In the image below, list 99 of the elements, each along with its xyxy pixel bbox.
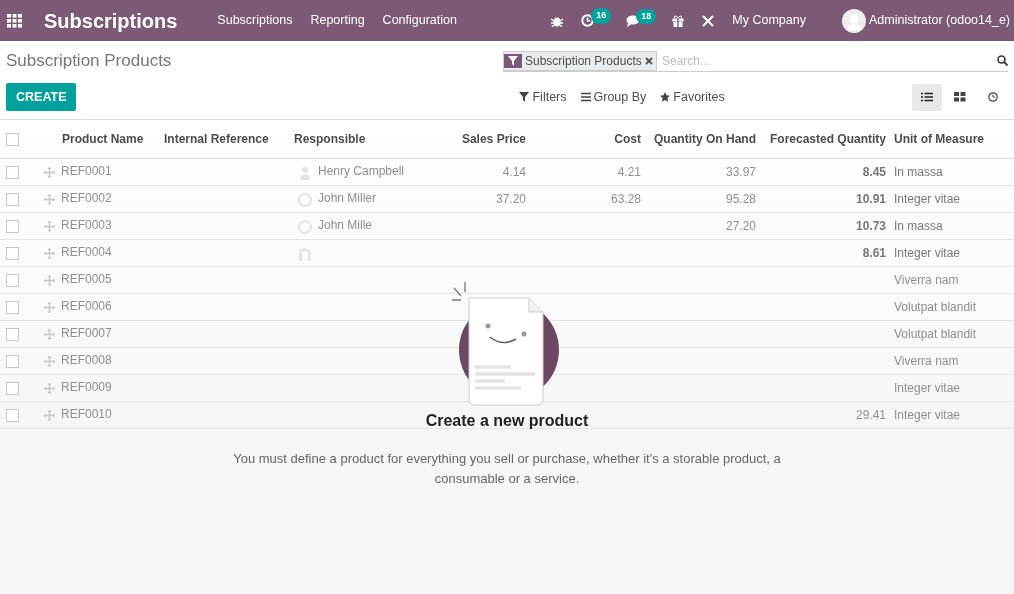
avatar-icon <box>298 165 312 180</box>
table-cell: REF0008 <box>61 353 112 368</box>
dropdown-toggle[interactable]: Favorites <box>660 87 725 107</box>
table-cell: Integer vitae <box>890 374 1014 401</box>
company-switcher[interactable]: My Company <box>732 11 806 30</box>
table-cell: 27.20 <box>645 212 760 239</box>
table-cell: Volutpat blandit <box>890 293 1014 320</box>
app-title: Subscriptions <box>44 8 178 34</box>
notification-badge: 18 <box>636 8 657 24</box>
filter-icon <box>519 92 530 102</box>
user-menu[interactable]: Administrator (odoo14_e) <box>868 11 1010 30</box>
avatar-icon <box>298 192 312 207</box>
column-header[interactable]: Forecasted Quantity <box>760 120 890 158</box>
close-icon[interactable] <box>644 56 653 65</box>
column-header[interactable]: Unit of Measure <box>890 120 1014 158</box>
clock-icon <box>988 92 998 102</box>
table-cell: REF0006 <box>61 299 112 314</box>
table-cell: REF0004 <box>61 245 112 260</box>
drag-handle-icon[interactable] <box>44 221 55 233</box>
column-header[interactable]: Internal Reference <box>160 120 290 158</box>
table-cell: 29.41 <box>760 401 890 428</box>
drag-handle-icon[interactable] <box>44 356 55 368</box>
select-all-checkbox[interactable] <box>6 133 19 147</box>
table-cell: Viverra nam <box>890 347 1014 374</box>
list-icon <box>580 92 591 102</box>
table-cell: Henry Campbell <box>318 164 405 179</box>
drag-handle-icon[interactable] <box>44 302 55 314</box>
table-cell: REF0007 <box>61 326 112 341</box>
breadcrumb-title: Subscription Products <box>6 50 172 73</box>
table-cell: Viverra nam <box>890 266 1014 293</box>
filter-icon <box>508 55 518 66</box>
drag-handle-icon[interactable] <box>44 275 55 287</box>
search-icon[interactable] <box>997 55 1008 66</box>
dropdown-toggle[interactable]: Group By <box>580 87 647 107</box>
list-view-icon <box>921 92 933 102</box>
row-checkbox[interactable] <box>6 408 19 422</box>
table-cell: REF0009 <box>61 380 112 395</box>
table-cell: 33.97 <box>645 158 760 185</box>
drag-handle-icon[interactable] <box>44 248 55 260</box>
column-header[interactable]: Cost <box>530 120 645 158</box>
table-cell: 10.73 <box>760 212 890 239</box>
column-header[interactable]: Quantity On Hand <box>645 120 760 158</box>
table-cell: 95.28 <box>645 185 760 212</box>
drag-handle-icon[interactable] <box>44 329 55 341</box>
avatar-icon[interactable] <box>841 8 866 33</box>
empty-state-title: Create a new product <box>425 411 589 431</box>
gift-icon[interactable] <box>672 14 685 27</box>
empty-state-text: You must define a product for everything you sell or purchase, whether it's a storable product, a consumable or a service. <box>232 450 782 488</box>
table-cell: 4.21 <box>530 158 645 185</box>
row-checkbox[interactable] <box>6 327 19 341</box>
table-cell: 8.61 <box>760 239 890 266</box>
tools-icon[interactable] <box>702 14 715 27</box>
table-cell: In massa <box>890 212 1014 239</box>
table-cell: REF0003 <box>61 218 112 233</box>
column-header[interactable]: Product Name <box>30 120 160 158</box>
table-cell: REF0001 <box>61 164 112 179</box>
table-cell: In massa <box>890 158 1014 185</box>
row-checkbox[interactable] <box>6 273 19 287</box>
row-checkbox[interactable] <box>6 165 19 179</box>
avatar-icon <box>298 246 312 261</box>
table-cell: Integer vitae <box>890 185 1014 212</box>
grid-view-icon <box>954 92 966 102</box>
star-icon <box>660 92 671 102</box>
table-cell: John Miller <box>318 191 377 206</box>
table-cell: Volutpat blandit <box>890 320 1014 347</box>
drag-handle-icon[interactable] <box>44 194 55 206</box>
table-cell: REF0002 <box>61 191 112 206</box>
table-cell: Integer vitae <box>890 239 1014 266</box>
table-cell: 37.20 <box>440 185 530 212</box>
notification-badge: 16 <box>591 8 612 24</box>
table-cell: 63.28 <box>530 185 645 212</box>
table-cell: 4.14 <box>440 158 530 185</box>
search-field[interactable]: Subscription Products Search... <box>503 50 1008 72</box>
avatar-icon <box>298 219 312 234</box>
drag-handle-icon[interactable] <box>44 167 55 179</box>
table-cell: John Mille <box>318 218 373 233</box>
menu-item[interactable]: Reporting <box>310 11 365 30</box>
row-checkbox[interactable] <box>6 381 19 395</box>
table-cell: Integer vitae <box>890 401 1014 428</box>
row-checkbox[interactable] <box>6 300 19 314</box>
column-header[interactable]: Responsible <box>290 120 440 158</box>
row-checkbox[interactable] <box>6 246 19 260</box>
row-checkbox[interactable] <box>6 354 19 368</box>
row-checkbox[interactable] <box>6 219 19 233</box>
apps-menu-icon[interactable] <box>7 13 22 28</box>
drag-handle-icon[interactable] <box>44 410 55 422</box>
drag-handle-icon[interactable] <box>44 383 55 395</box>
menu-item[interactable]: Configuration <box>382 11 457 30</box>
table-cell: 10.91 <box>760 185 890 212</box>
clock-icon[interactable] <box>581 14 595 27</box>
menu-item[interactable]: Subscriptions <box>217 11 293 30</box>
column-header[interactable]: Sales Price <box>440 120 530 158</box>
table-cell: REF0005 <box>61 272 112 287</box>
dropdown-toggle[interactable]: Filters <box>519 87 567 107</box>
filter-facet[interactable]: Subscription Products <box>503 50 657 71</box>
view-switch-button[interactable] <box>912 83 942 111</box>
table-cell: REF0010 <box>61 407 112 422</box>
table-cell: 8.45 <box>760 158 890 185</box>
row-checkbox[interactable] <box>6 192 19 206</box>
